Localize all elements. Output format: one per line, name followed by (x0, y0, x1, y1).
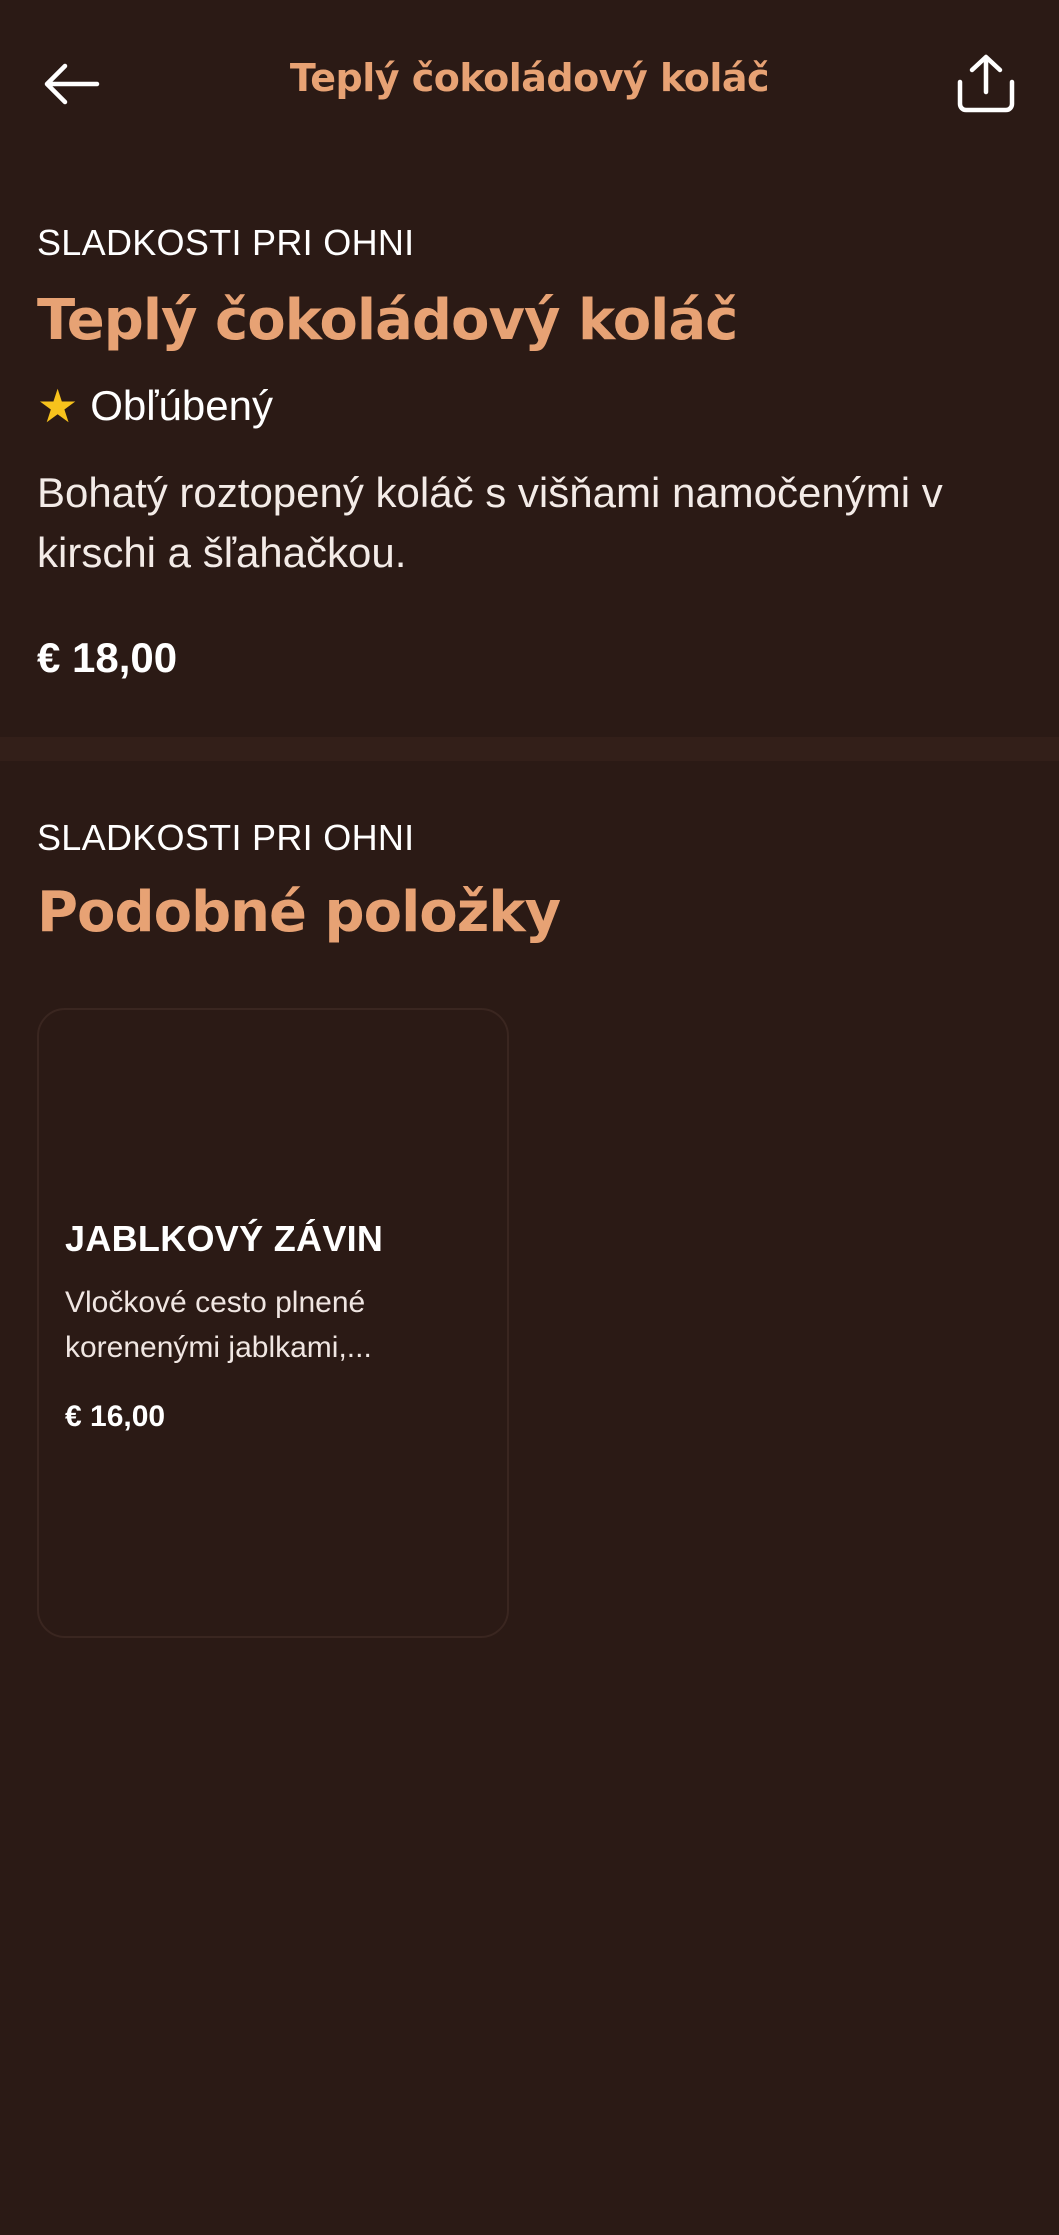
item-detail: SLADKOSTI PRI OHNI (37, 222, 1027, 264)
section-divider (0, 737, 1059, 761)
share-icon (957, 54, 1015, 113)
similar-item-description: Vločkové cesto plnené korenenými jablkam… (65, 1286, 372, 1364)
similar-item-card[interactable]: JABLKOVÝ ZÁVIN Vločkové cesto plnené kor… (37, 1008, 509, 1638)
item-description-block: Bohatý roztopený koláč s višňami namočen… (37, 463, 1022, 583)
item-title-block: Teplý čokoládový koláč (37, 288, 1027, 353)
badge-label: Obľúbený (90, 382, 273, 429)
similar-category: SLADKOSTI PRI OHNI (37, 817, 415, 858)
item-description: Bohatý roztopený koláč s višňami namočen… (37, 469, 943, 576)
similar-title: Podobné položky (37, 880, 561, 945)
similar-item-price: € 16,00 (65, 1400, 166, 1433)
similar-item-name: JABLKOVÝ ZÁVIN (65, 1218, 384, 1259)
item-category: SLADKOSTI PRI OHNI (37, 222, 415, 263)
star-icon: ★ (37, 380, 79, 432)
item-badge: ★ Obľúbený (37, 382, 1027, 430)
page-title: Teplý čokoládový koláč (289, 56, 770, 100)
similar-category-block: SLADKOSTI PRI OHNI (37, 817, 1027, 859)
item-title: Teplý čokoládový koláč (37, 288, 738, 353)
similar-title-block: Podobné položky (37, 880, 1027, 945)
share-button[interactable] (950, 48, 1022, 120)
item-price: € 18,00 (37, 634, 178, 681)
top-app-bar: Teplý čokoládový koláč (0, 0, 1059, 170)
item-price-block: € 18,00 (37, 634, 1027, 682)
